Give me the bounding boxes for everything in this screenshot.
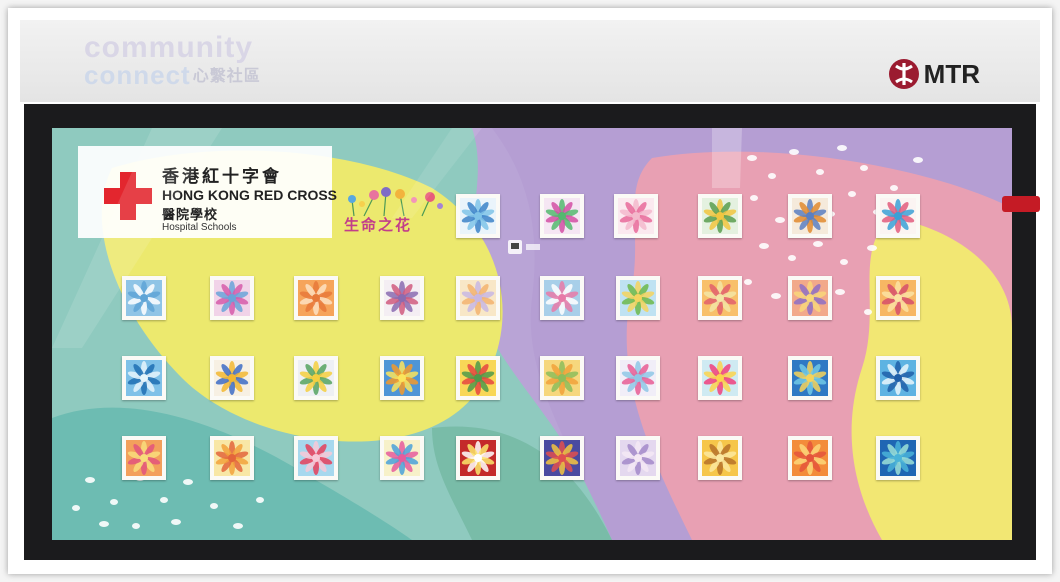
artwork-tile bbox=[380, 276, 424, 320]
artwork-tile bbox=[456, 356, 500, 400]
artwork-painting bbox=[384, 440, 420, 476]
artwork-tile bbox=[456, 436, 500, 480]
brand-line-2: connect 心繫社區 bbox=[84, 62, 261, 90]
train-station-icon bbox=[508, 240, 540, 254]
artwork-painting bbox=[126, 360, 162, 396]
artwork-tile bbox=[616, 436, 660, 480]
brand-chinese: 心繫社區 bbox=[192, 68, 261, 86]
artwork-painting bbox=[460, 280, 496, 316]
artwork-tile bbox=[698, 436, 742, 480]
artwork-painting bbox=[298, 440, 334, 476]
brand-line-1: community bbox=[84, 31, 254, 64]
artwork-painting bbox=[880, 280, 916, 316]
artwork-tile bbox=[698, 194, 742, 238]
artwork-painting bbox=[460, 360, 496, 396]
artwork-painting bbox=[126, 280, 162, 316]
artwork-tile bbox=[294, 276, 338, 320]
artwork-painting bbox=[792, 440, 828, 476]
artwork-painting bbox=[544, 360, 580, 396]
artwork-tile bbox=[210, 276, 254, 320]
artwork-painting bbox=[214, 280, 250, 316]
artwork-painting bbox=[620, 280, 656, 316]
artwork-tile bbox=[294, 356, 338, 400]
artwork-painting bbox=[460, 198, 496, 234]
mtr-wordmark: MTR bbox=[923, 58, 980, 89]
artwork-painting bbox=[214, 360, 250, 396]
artwork-tile bbox=[788, 436, 832, 480]
school-name-chinese: 醫院學校 bbox=[162, 208, 219, 223]
artwork-painting bbox=[880, 440, 916, 476]
station-header-panel: community connect 心繫社區 MTR bbox=[20, 20, 1040, 102]
artwork-tile bbox=[122, 276, 166, 320]
artwork-painting bbox=[618, 198, 654, 234]
artwork-painting bbox=[298, 360, 334, 396]
exit-sign bbox=[1002, 196, 1040, 212]
artwork-tile bbox=[876, 276, 920, 320]
artwork-painting bbox=[702, 360, 738, 396]
artwork-tile bbox=[788, 356, 832, 400]
artwork-tile bbox=[380, 436, 424, 480]
artwork-tile bbox=[122, 436, 166, 480]
artwork-tile bbox=[698, 276, 742, 320]
artwork-tile bbox=[788, 276, 832, 320]
artwork-tile bbox=[540, 356, 584, 400]
community-connect-logo: community connect 心繫社區 bbox=[84, 31, 261, 90]
red-cross-banner: 香港紅十字會 HONG KONG RED CROSS 醫院學校 Hospital… bbox=[78, 146, 337, 238]
artwork-painting bbox=[126, 440, 162, 476]
artwork-painting bbox=[702, 440, 738, 476]
org-name-chinese: 香港紅十字會 bbox=[162, 167, 282, 187]
artwork-tile bbox=[876, 356, 920, 400]
exhibition-title: 生命之花 bbox=[344, 216, 413, 234]
artwork-tile bbox=[122, 356, 166, 400]
artwork-tile bbox=[540, 436, 584, 480]
artwork-painting bbox=[298, 280, 334, 316]
artwork-tile bbox=[380, 356, 424, 400]
artwork-painting bbox=[792, 360, 828, 396]
artwork-tile bbox=[456, 276, 500, 320]
artwork-painting bbox=[214, 440, 250, 476]
artwork-tile bbox=[540, 276, 584, 320]
artwork-tile bbox=[614, 194, 658, 238]
artwork-tile bbox=[540, 194, 584, 238]
school-name-english: Hospital Schools bbox=[162, 222, 237, 233]
artwork-tile bbox=[876, 436, 920, 480]
artwork-tile bbox=[616, 356, 660, 400]
artwork-tile bbox=[294, 436, 338, 480]
org-name-english: HONG KONG RED CROSS bbox=[162, 187, 338, 203]
artwork-painting bbox=[544, 280, 580, 316]
artwork-tile bbox=[788, 194, 832, 238]
artwork-painting bbox=[544, 440, 580, 476]
artwork-painting bbox=[460, 440, 496, 476]
artwork-painting bbox=[880, 198, 916, 234]
artwork-tile bbox=[210, 436, 254, 480]
mtr-logo: MTR bbox=[888, 58, 980, 90]
artwork-painting bbox=[702, 280, 738, 316]
artwork-tile bbox=[210, 356, 254, 400]
artwork-painting bbox=[384, 360, 420, 396]
brand-line-2-text: connect bbox=[84, 60, 191, 90]
artwork-painting bbox=[544, 198, 580, 234]
artwork-tile bbox=[456, 194, 500, 238]
artwork-painting bbox=[620, 360, 656, 396]
artwork-painting bbox=[880, 360, 916, 396]
mtr-icon bbox=[888, 59, 919, 89]
artwork-painting bbox=[620, 440, 656, 476]
red-cross-icon bbox=[104, 172, 152, 220]
artwork-painting bbox=[792, 198, 828, 234]
artwork-painting bbox=[792, 280, 828, 316]
artwork-tile bbox=[698, 356, 742, 400]
artwork-painting bbox=[384, 280, 420, 316]
artwork-painting bbox=[702, 198, 738, 234]
artwork-tile bbox=[876, 194, 920, 238]
artwork-tile bbox=[616, 276, 660, 320]
